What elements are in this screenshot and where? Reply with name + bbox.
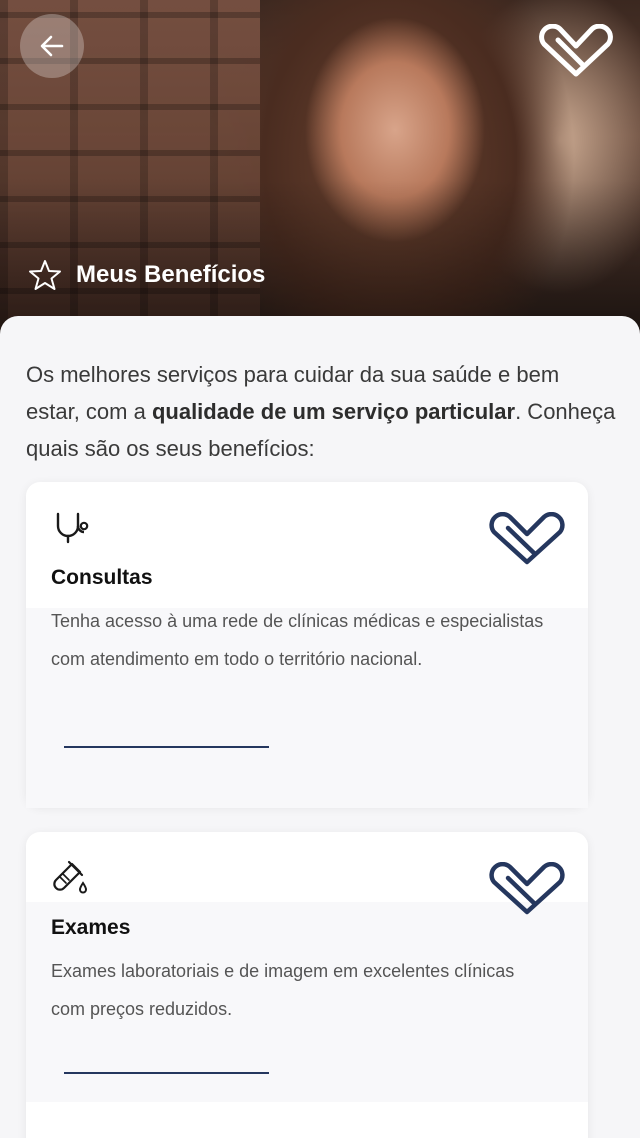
card-description: Exames laboratoriais e de imagem em exce… — [51, 961, 515, 1019]
star-icon — [29, 260, 61, 290]
stethoscope-icon — [56, 512, 89, 544]
card-description: Tenha acesso à uma rede de clínicas médi… — [51, 611, 544, 669]
benefits-panel: Os melhores serviços para cuidar da sua … — [0, 316, 640, 1138]
page-title: Meus Benefícios — [76, 261, 266, 288]
card-title: Consultas — [51, 566, 153, 589]
card-divider — [64, 1072, 269, 1074]
benefit-card-consultas[interactable]: Consultas Tenha acesso à uma rede de clí… — [26, 482, 588, 808]
arrow-left-icon — [40, 35, 64, 57]
card-title: Exames — [51, 916, 131, 939]
hero-image: Meus Benefícios — [0, 0, 640, 340]
brand-logo-card — [489, 512, 565, 565]
brand-logo-card — [489, 862, 565, 915]
intro-text-bold: qualidade de um serviço particular — [151, 399, 516, 424]
benefit-card-exames[interactable]: Exames Exames laboratoriais e de imagem … — [26, 832, 588, 1138]
section-title: Meus Benefícios — [28, 258, 265, 292]
intro-text: Os melhores serviços para cuidar da sua … — [26, 356, 616, 467]
back-button[interactable] — [20, 14, 84, 78]
brand-logo — [539, 24, 613, 77]
card-divider — [64, 746, 269, 748]
test-tube-icon — [53, 860, 88, 894]
